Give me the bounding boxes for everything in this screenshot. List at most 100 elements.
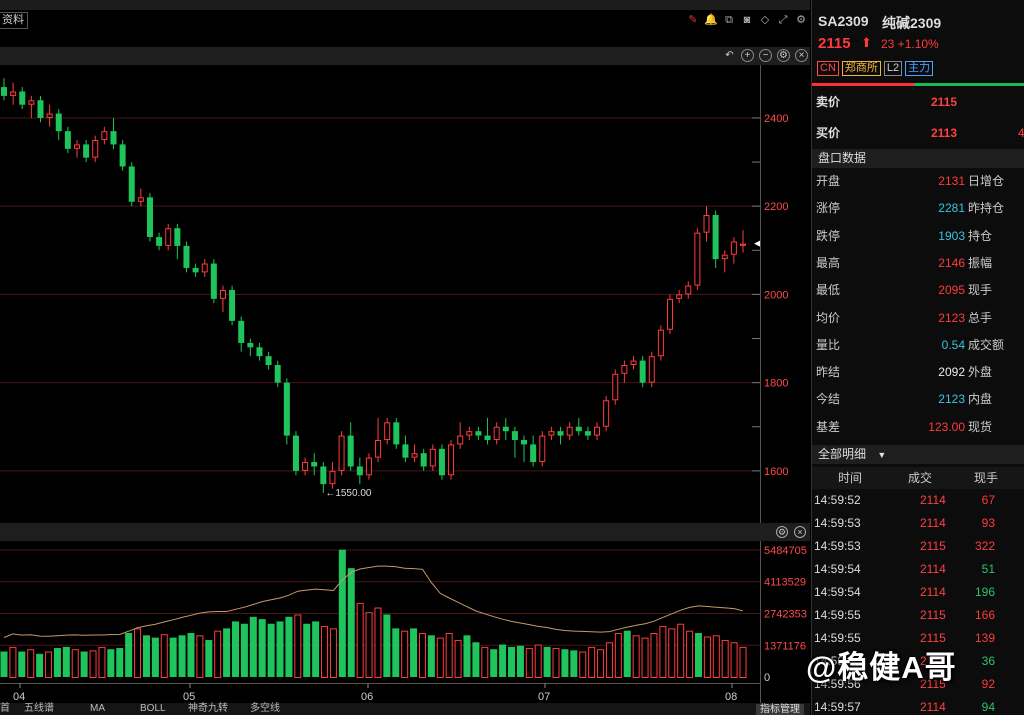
price-tick-label: 2400	[764, 113, 788, 125]
candle	[667, 294, 674, 335]
badge-l2[interactable]: L2	[883, 61, 903, 76]
trade-time: 14:59:55	[814, 608, 861, 622]
candle	[411, 444, 418, 463]
draw-icon[interactable]: ✎	[686, 13, 700, 27]
volume-bar	[347, 568, 355, 677]
candle-body	[292, 435, 299, 471]
quote-label-2: 现货	[968, 419, 993, 434]
tab-wuxianpu[interactable]: 五线谱	[24, 703, 54, 715]
detail-section-header[interactable]: 全部明细 ▼	[812, 445, 1024, 464]
bid-label: 买价	[816, 126, 841, 140]
candle	[594, 422, 601, 440]
volume-bar	[481, 646, 489, 679]
trade-row: 14:59:57 2114 94	[812, 696, 1024, 715]
volume-bar	[427, 635, 435, 677]
settings-icon[interactable]: ⚙	[794, 13, 808, 27]
trade-time: 14:59:53	[814, 516, 861, 530]
tab-ma[interactable]: MA	[90, 703, 105, 715]
volume-tick-label: 4113529	[764, 577, 806, 589]
close-icon[interactable]: ×	[795, 49, 808, 62]
candle	[584, 426, 591, 440]
volume-bar	[329, 628, 337, 678]
trade-price: 2115	[920, 608, 946, 622]
indicator-manager-button[interactable]: 指标管理	[756, 704, 804, 715]
quote-label: 开盘	[816, 174, 841, 188]
candle-body	[73, 144, 80, 149]
quote-value: 2146	[938, 255, 965, 270]
zoom-in-icon[interactable]: +	[741, 49, 754, 62]
trade-row: 14:59:53 2114 93	[812, 512, 1024, 535]
info-tag-button[interactable]: 资料	[0, 12, 28, 29]
tab-boll[interactable]: BOLL	[140, 703, 166, 715]
price-change: 23 +1.10%	[881, 37, 939, 51]
zoom-out-icon[interactable]: −	[759, 49, 772, 62]
trade-qty: 322	[974, 539, 995, 553]
volume-bar	[276, 621, 284, 677]
trade-time: 14:59:54	[814, 585, 861, 599]
volume-bar	[18, 651, 26, 677]
candle	[466, 426, 473, 440]
tab-first[interactable]: 首	[0, 703, 10, 715]
candlestick-chart[interactable]: 1600 1800 2000 2200 2400 ←1550.00	[0, 65, 810, 523]
quote-row: 今结 2123 内盘	[812, 387, 1024, 412]
candle-body	[621, 365, 628, 374]
settings-icon[interactable]: ⚙	[776, 526, 788, 538]
close-icon[interactable]: ×	[794, 526, 806, 538]
candle-body	[156, 237, 163, 246]
badge-exchange: 郑商所	[841, 61, 881, 76]
volume-bar	[508, 646, 516, 677]
quote-label-2: 昨持仓	[968, 201, 1005, 216]
volume-chart[interactable]: 0 1371176 2742353 4113529 5484705 04 05 06 07 08	[0, 541, 810, 703]
candle	[621, 360, 628, 383]
candle	[83, 140, 90, 163]
copy-icon[interactable]: ⧉	[722, 13, 736, 27]
volume-bar	[445, 633, 453, 679]
dropdown-icon[interactable]: ▼	[877, 450, 886, 460]
candle	[238, 316, 245, 352]
camera-icon[interactable]: ◙	[740, 13, 754, 27]
tab-nine-turns[interactable]: 神奇九转	[188, 703, 228, 715]
bell-icon[interactable]: 🔔	[704, 13, 718, 27]
indicator-tabs: 首 五线谱 MA BOLL 神奇九转 多空线 指标管理	[0, 703, 810, 715]
quote-label: 涨停	[816, 201, 841, 216]
candle-body	[174, 228, 181, 246]
eraser-icon[interactable]: ◇	[758, 13, 772, 27]
candle	[55, 109, 62, 140]
volume-bar	[712, 635, 720, 678]
candle	[174, 223, 181, 260]
candle	[603, 395, 610, 432]
expand-icon[interactable]: ⤢	[776, 13, 790, 27]
candle	[119, 140, 126, 171]
quote-label: 均价	[816, 310, 841, 325]
volume-bar	[62, 646, 70, 677]
quote-row: 量比 0.54 成交额	[812, 333, 1024, 358]
candle-body	[256, 347, 263, 357]
volume-bar	[169, 637, 177, 677]
volume-bar	[285, 616, 293, 677]
volume-bar	[543, 646, 551, 677]
volume-bar	[490, 649, 498, 677]
volume-bar	[516, 645, 524, 677]
volume-bar	[89, 650, 97, 679]
quote-row: 基差 123.00 现货	[812, 415, 1024, 440]
volume-bar	[98, 646, 106, 679]
trade-price: 2114	[920, 585, 946, 599]
candle	[420, 448, 427, 471]
candle-body	[648, 356, 655, 383]
undo-icon[interactable]: ↶	[723, 49, 736, 62]
volume-bar	[534, 644, 542, 679]
candle	[484, 417, 491, 445]
volume-bar	[694, 633, 702, 677]
candle	[229, 285, 236, 326]
candle-body	[493, 426, 500, 441]
quote-label-2: 振幅	[968, 255, 993, 270]
tab-long-short-line[interactable]: 多空线	[250, 703, 280, 715]
volume-bar	[321, 626, 329, 678]
settings-icon[interactable]: ⚙	[777, 49, 790, 62]
quote-value: 0.54	[941, 337, 965, 352]
volume-bar	[142, 635, 150, 677]
candle	[566, 422, 573, 440]
quote-section-header[interactable]: 盘口数据	[812, 149, 1024, 168]
trade-qty: 36	[981, 654, 995, 668]
quote-row: 最低 2095 现手	[812, 278, 1024, 303]
